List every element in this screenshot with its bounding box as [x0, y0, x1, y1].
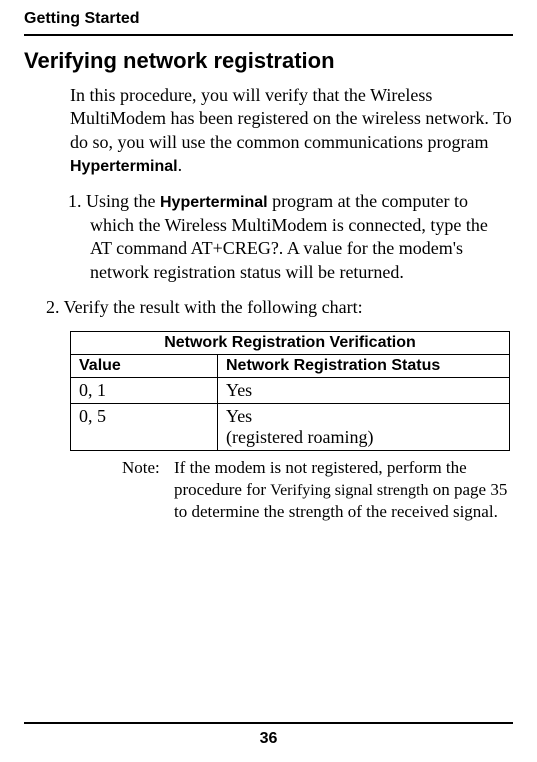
- cell-status: Yes: [218, 378, 510, 404]
- step-2: 2. Verify the result with the following …: [46, 296, 513, 319]
- table-header-status: Network Registration Status: [218, 355, 510, 378]
- table-title: Network Registration Verification: [71, 332, 510, 355]
- page-number: 36: [0, 730, 537, 748]
- cell-value: 0, 5: [71, 404, 218, 451]
- intro-paragraph: In this procedure, you will verify that …: [70, 84, 513, 178]
- note-ref: Verifying signal strength: [270, 482, 428, 499]
- step1-a: 1. Using the: [68, 191, 160, 211]
- note-label: Note:: [122, 457, 174, 478]
- step1-term: Hyperterminal: [160, 194, 268, 211]
- footer: 36: [0, 722, 537, 748]
- cell-value: 0, 1: [71, 378, 218, 404]
- intro-pre: In this procedure, you will verify that …: [70, 85, 512, 152]
- top-rule: [24, 34, 513, 36]
- cell-status: Yes (registered roaming): [218, 404, 510, 451]
- table-header-value: Value: [71, 355, 218, 378]
- running-head: Getting Started: [24, 10, 513, 28]
- note: Note:If the modem is not registered, per…: [174, 457, 513, 522]
- table-row: 0, 5 Yes (registered roaming): [71, 404, 510, 451]
- intro-post: .: [178, 155, 183, 175]
- intro-term: Hyperterminal: [70, 158, 178, 175]
- bottom-rule: [24, 722, 513, 724]
- step-1: 1. Using the Hyperterminal program at th…: [90, 190, 513, 284]
- table-row: 0, 1 Yes: [71, 378, 510, 404]
- verification-table: Network Registration Verification Value …: [70, 331, 510, 451]
- section-title: Verifying network registration: [24, 48, 513, 74]
